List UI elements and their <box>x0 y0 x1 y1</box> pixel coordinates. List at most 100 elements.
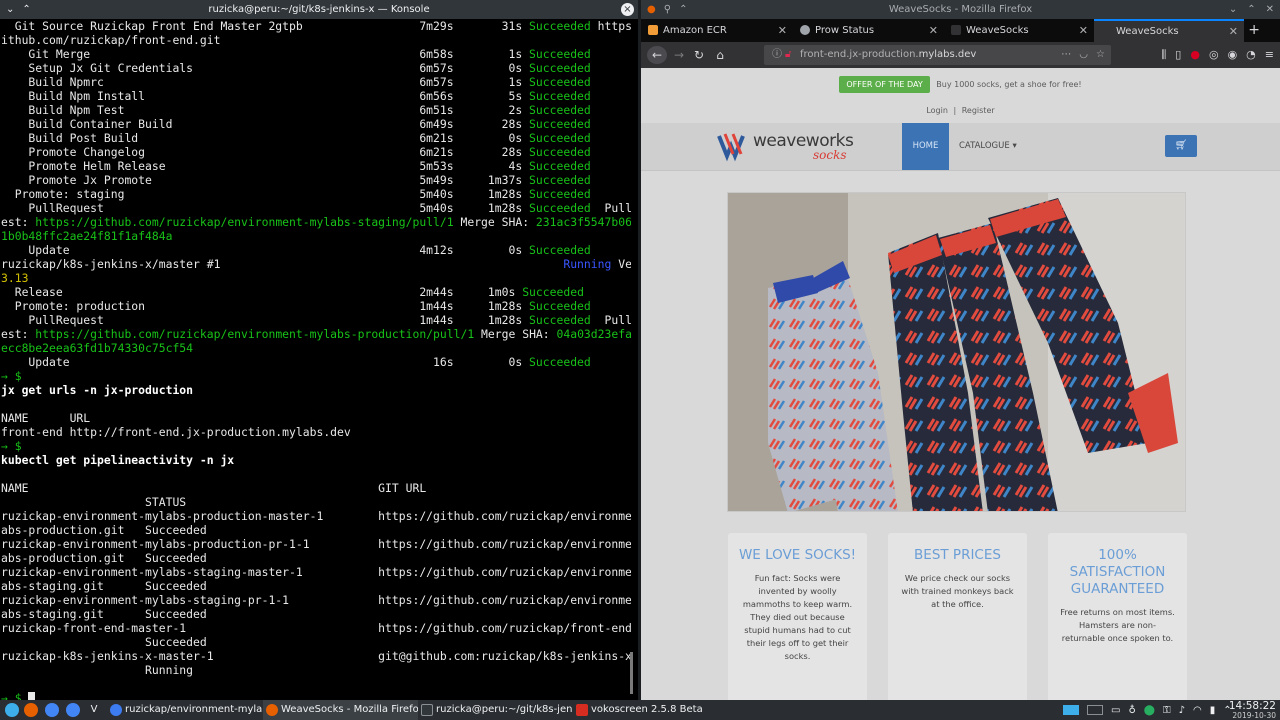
feature-title: BEST PRICES <box>914 547 1001 563</box>
insecure-lock-icon[interactable]: 🔓︎ <box>785 45 791 65</box>
terminal-line: Setup Jx Git Credentials 6m57s 0s Succee… <box>1 61 631 75</box>
terminal-line: Build Npm Install 6m56s 5s Succeeded <box>1 89 631 103</box>
chrome-launcher-icon[interactable] <box>45 703 59 717</box>
firefox-window[interactable]: ● ⚲ ⌃ WeaveSocks - Mozilla Firefox ⌄ ⌃ ✕… <box>641 0 1280 700</box>
forward-button[interactable]: → <box>671 46 687 64</box>
weavesocks-favicon-icon <box>1101 26 1111 36</box>
terminal-line: Promote Changelog 6m21s 28s Succeeded <box>1 145 631 159</box>
keep-above-icon[interactable]: ⌃ <box>22 0 30 19</box>
tab-close-icon[interactable]: ✕ <box>929 19 938 42</box>
keep-above-icon[interactable]: ⌃ <box>679 0 687 19</box>
hero-image-socks[interactable] <box>727 192 1186 512</box>
chromium-launcher-icon[interactable] <box>66 703 80 717</box>
terminal-text: Succeeded <box>529 243 591 257</box>
terminal-line: abs-staging.git Succeeded <box>1 607 631 621</box>
terminal-line: Promote: production 1m44s 1m28s Succeede… <box>1 299 631 313</box>
page-actions-icon[interactable]: ⋯ <box>1061 45 1071 65</box>
folder-icon[interactable]: ▭ <box>1111 705 1120 716</box>
tab-close-icon[interactable]: ✕ <box>1229 21 1238 42</box>
login-link[interactable]: Login <box>926 106 948 115</box>
vpn-icon[interactable]: ⚿ <box>1163 705 1171 716</box>
tab-weavesocks[interactable]: WeaveSocks ✕ <box>944 19 1094 42</box>
terminal-line: Update 4m12s 0s Succeeded <box>1 243 631 257</box>
task-label: ruzickap/environment-myla... <box>125 704 262 715</box>
home-button[interactable]: ⌂ <box>712 46 728 64</box>
terminal-text: ithub.com/ruzickap/front-end.git <box>1 33 221 47</box>
battery-icon[interactable]: ▮ <box>1210 705 1216 716</box>
pager-icon[interactable] <box>1087 705 1103 715</box>
extension-icon[interactable]: ◎ <box>1209 46 1219 64</box>
maximize-icon[interactable]: ⌃ <box>1247 0 1255 19</box>
terminal-text: Release 2m44s 1m0s <box>1 285 523 299</box>
konsole-icon <box>421 704 433 716</box>
taskbar-task-firefox[interactable]: WeaveSocks - Mozilla Firefox <box>263 700 418 720</box>
minimize-icon[interactable]: ⌄ <box>1229 0 1237 19</box>
prow-favicon-icon <box>800 25 810 35</box>
taskbar-task-konsole[interactable]: ruzicka@peru:~/git/k8s-jen... <box>418 700 573 720</box>
bookmark-star-icon[interactable]: ☆ <box>1096 45 1105 65</box>
terminal-line: → $ <box>1 369 631 383</box>
clock[interactable]: 14:58:22 2019-10-30 <box>1229 700 1276 720</box>
weaveworks-socks-logo[interactable]: weaveworks socks <box>717 130 877 162</box>
extension-red-icon[interactable]: ● <box>1190 46 1200 64</box>
tab-close-icon[interactable]: ✕ <box>778 19 787 42</box>
lightbulb-icon[interactable]: ♁ <box>1128 705 1135 716</box>
volume-icon[interactable]: ♪ <box>1179 705 1185 716</box>
terminal-line: Git Source Ruzickap Front End Master 2gt… <box>1 19 631 33</box>
terminal-text: Succeeded <box>529 355 591 369</box>
taskbar-task-vokoscreen[interactable]: vokoscreen 2.5.8 Beta <box>573 700 728 720</box>
nav-home[interactable]: HOME <box>902 123 949 170</box>
vim-launcher-icon[interactable]: V <box>87 703 101 717</box>
new-tab-button[interactable]: + <box>1248 19 1260 42</box>
terminal-line: Running <box>1 663 631 677</box>
terminal-line: 3.13 <box>1 271 631 285</box>
menu-icon[interactable]: ≡ <box>1265 46 1274 64</box>
application-launcher-icon[interactable] <box>5 703 19 717</box>
network-icon[interactable]: ◠ <box>1193 705 1202 716</box>
update-icon[interactable]: ⬤ <box>1144 705 1155 716</box>
window-menu-icon[interactable]: ⌄ <box>6 0 14 19</box>
task-label: WeaveSocks - Mozilla Firefox <box>281 704 418 715</box>
terminal-text: 1b0b48ffc2ae24f81f1af484a <box>1 229 173 243</box>
tab-prow-status[interactable]: Prow Status ✕ <box>793 19 944 42</box>
taskbar: V ruzickap/environment-myla... WeaveSock… <box>0 700 1280 720</box>
konsole-window[interactable]: ⌄ ⌃ ruzicka@peru:~/git/k8s-jenkins-x — K… <box>0 0 638 700</box>
nav-catalogue[interactable]: CATALOGUE ▾ <box>959 123 1017 170</box>
site-info-icon[interactable]: ⓘ <box>772 45 782 65</box>
terminal-line: Build Npm Test 6m51s 2s Succeeded <box>1 103 631 117</box>
extension-icon[interactable]: ◉ <box>1228 46 1238 64</box>
pin-icon[interactable]: ⚲ <box>664 0 671 19</box>
cart-button[interactable]: 🛒︎ <box>1165 135 1197 157</box>
pager-icon[interactable] <box>1063 705 1079 715</box>
url-text: front-end.jx-production. <box>800 49 919 60</box>
taskbar-task-chrome[interactable]: ruzickap/environment-myla... <box>107 700 262 720</box>
url-bar[interactable]: ⓘ 🔓︎ front-end.jx-production.mylabs.dev … <box>764 45 1111 65</box>
terminal-text: ruzickap-k8s-jenkins-x-master-1 git@gith… <box>1 649 631 663</box>
tab-amazon-ecr[interactable]: Amazon ECR ✕ <box>641 19 793 42</box>
pocket-icon[interactable]: ◡ <box>1079 45 1088 65</box>
terminal-line: Succeeded <box>1 635 631 649</box>
reload-button[interactable]: ↻ <box>691 46 707 64</box>
terminal-output[interactable]: Git Source Ruzickap Front End Master 2gt… <box>1 19 631 700</box>
feature-title: 100% SATISFACTION GUARANTEED <box>1069 547 1166 597</box>
register-link[interactable]: Register <box>962 106 995 115</box>
library-icon[interactable]: ⫼ <box>1161 46 1166 64</box>
terminal-line: abs-production.git Succeeded <box>1 523 631 537</box>
terminal-line: est: https://github.com/ruzickap/environ… <box>1 215 631 229</box>
tab-weavesocks-active[interactable]: WeaveSocks ✕ <box>1094 19 1244 42</box>
close-icon[interactable]: ✕ <box>1266 0 1274 19</box>
firefox-launcher-icon[interactable] <box>24 703 38 717</box>
konsole-titlebar[interactable]: ⌄ ⌃ ruzicka@peru:~/git/k8s-jenkins-x — K… <box>0 0 638 19</box>
firefox-title: WeaveSocks - Mozilla Firefox <box>888 4 1033 15</box>
terminal-text: 3.13 <box>1 271 29 285</box>
terminal-scrollbar[interactable] <box>630 652 633 694</box>
sidebar-icon[interactable]: ▯ <box>1175 46 1181 64</box>
terminal-text: Git Source Ruzickap Front End Master 2gt… <box>1 19 530 33</box>
offer-of-the-day-badge[interactable]: OFFER OF THE DAY <box>839 76 930 93</box>
account-icon[interactable]: ◔ <box>1246 46 1256 64</box>
back-button[interactable]: ← <box>647 46 667 64</box>
tab-close-icon[interactable]: ✕ <box>1079 19 1088 42</box>
firefox-titlebar[interactable]: ● ⚲ ⌃ WeaveSocks - Mozilla Firefox ⌄ ⌃ ✕ <box>641 0 1280 19</box>
konsole-close-icon[interactable]: × <box>621 3 634 16</box>
terminal-text: Update 4m12s 0s <box>1 243 530 257</box>
